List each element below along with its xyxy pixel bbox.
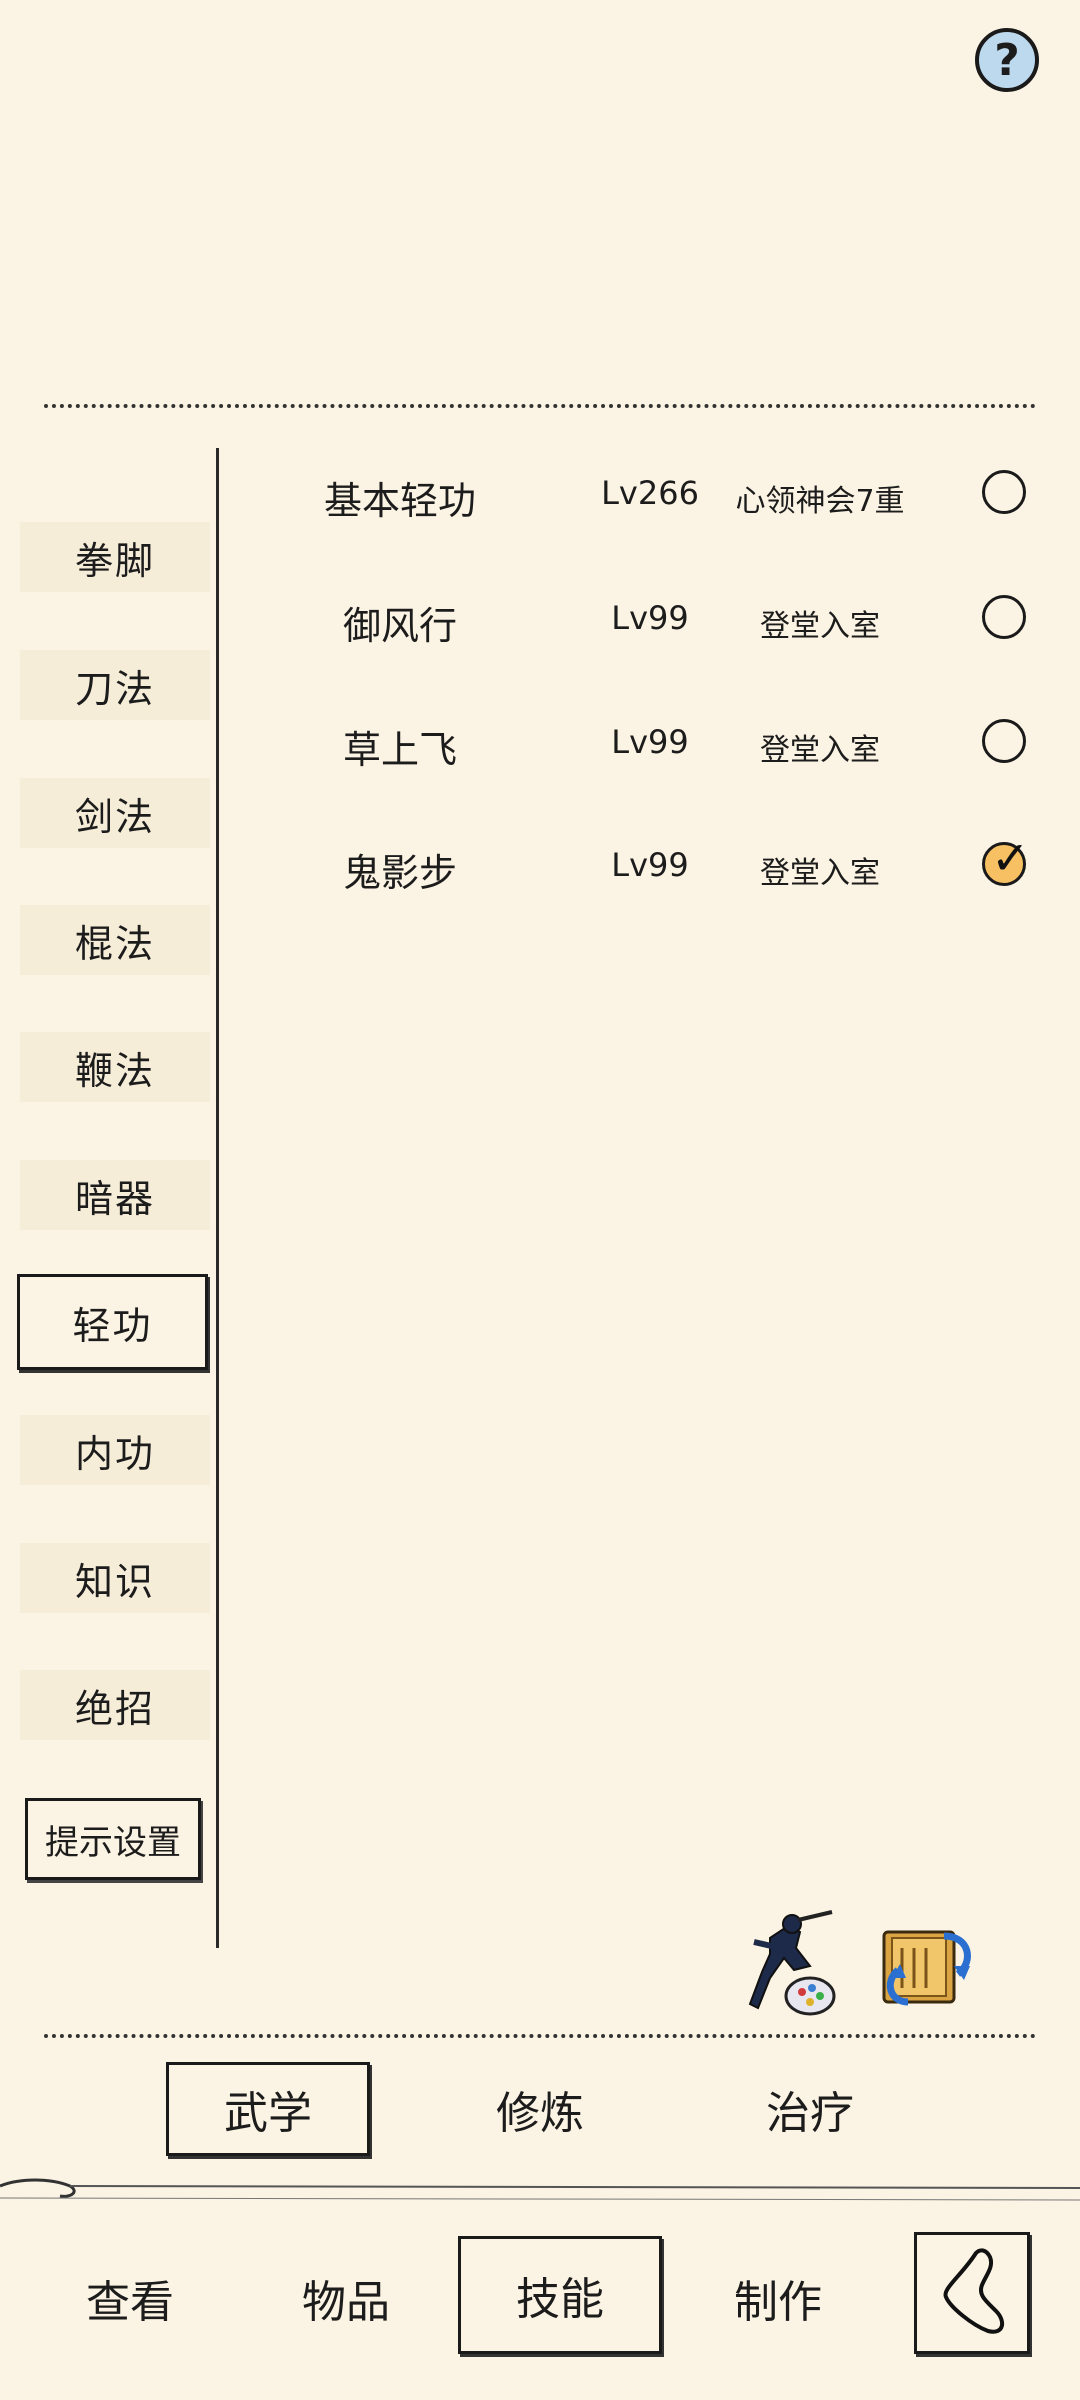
skill-select-toggle[interactable]: ✓ [982,835,1030,886]
sidebar-item-anqi[interactable]: 暗器 [20,1160,210,1230]
sidebar-item-label: 鞭法 [74,1048,155,1093]
sidebar-item-neigong[interactable]: 内功 [20,1415,210,1485]
sidebar-item-label: 暗器 [74,1176,155,1221]
skill-name: 草上飞 [342,728,457,772]
tab-zhiliao[interactable]: 治疗 [710,2062,910,2156]
checkmark-icon: ✓ [991,831,1030,885]
skill-name: 鬼影步 [342,851,457,895]
skill-level: Lv266 [601,474,699,512]
sidebar-item-jianfa[interactable]: 剑法 [20,778,210,848]
skill-select-toggle[interactable] [982,595,1026,639]
nav-zhizuo[interactable]: 制作 [688,2238,868,2358]
question-mark-icon: ? [994,34,1020,86]
sidebar-item-zhishi[interactable]: 知识 [20,1543,210,1613]
sidebar-item-label: 内功 [74,1431,155,1476]
sidebar-item-label: 拳脚 [74,538,155,583]
top-divider [44,404,1036,408]
skill-level: Lv99 [611,599,689,637]
nav-jineng[interactable]: 技能 [458,2236,662,2354]
sidebar-item-gunfa[interactable]: 棍法 [20,905,210,975]
hint-settings-button[interactable]: 提示设置 [25,1798,201,1880]
tab-wuxue[interactable]: 武学 [166,2062,370,2156]
sidebar-item-qinggong[interactable]: 轻功 [17,1274,208,1370]
sidebar-item-bianfa[interactable]: 鞭法 [20,1032,210,1102]
nav-wupin[interactable]: 物品 [256,2238,436,2358]
skill-row[interactable]: 御风行 Lv99 登堂入室 [230,573,1050,663]
sidebar-divider [216,448,219,1948]
nav-label: 查看 [86,2277,174,2328]
skill-rank: 登堂入室 [760,856,880,891]
sidebar-item-label: 知识 [74,1559,155,1604]
skill-rank: 登堂入室 [760,609,880,644]
skill-name: 基本轻功 [323,479,476,523]
bottom-divider [44,2034,1036,2038]
nav-label: 制作 [734,2277,822,2328]
skill-rank: 登堂入室 [760,733,880,768]
sidebar-item-label: 轻功 [72,1303,153,1348]
tab-label: 修炼 [496,2088,584,2139]
help-button[interactable]: ? [975,28,1039,92]
wave-divider [0,2178,1080,2201]
nav-label: 技能 [516,2274,604,2325]
skill-name: 御风行 [342,604,457,648]
skill-level: Lv99 [611,723,689,761]
scroll-swap-icon[interactable] [878,1922,978,2008]
sidebar-item-label: 棍法 [74,921,155,966]
tab-label: 武学 [224,2088,312,2139]
skill-level: Lv99 [611,846,689,884]
nav-chakan[interactable]: 查看 [40,2238,220,2358]
sidebar-item-quanjiao[interactable]: 拳脚 [20,522,210,592]
tab-label: 治疗 [766,2088,854,2139]
sidebar-item-label: 绝招 [74,1686,155,1731]
ninja-icon[interactable] [740,1908,840,2018]
skill-select-toggle[interactable] [982,470,1026,514]
skill-row[interactable]: 草上飞 Lv99 登堂入室 [230,697,1050,787]
skill-rank: 心领神会7重 [735,484,905,519]
back-arrow-icon [943,2248,1005,2334]
skill-row[interactable]: 基本轻功 Lv266 心领神会7重 [230,448,1050,538]
skill-row[interactable]: 鬼影步 Lv99 登堂入室 ✓ [230,820,1050,910]
skill-select-toggle[interactable] [982,719,1026,763]
back-button[interactable] [914,2232,1030,2354]
tab-xiulian[interactable]: 修炼 [440,2062,640,2156]
hint-settings-label: 提示设置 [45,1822,181,1863]
sidebar-item-daofa[interactable]: 刀法 [20,650,210,720]
sidebar-item-label: 剑法 [74,794,155,839]
nav-label: 物品 [302,2277,390,2328]
sidebar-item-label: 刀法 [74,666,155,711]
sidebar-item-juezhao[interactable]: 绝招 [20,1670,210,1740]
